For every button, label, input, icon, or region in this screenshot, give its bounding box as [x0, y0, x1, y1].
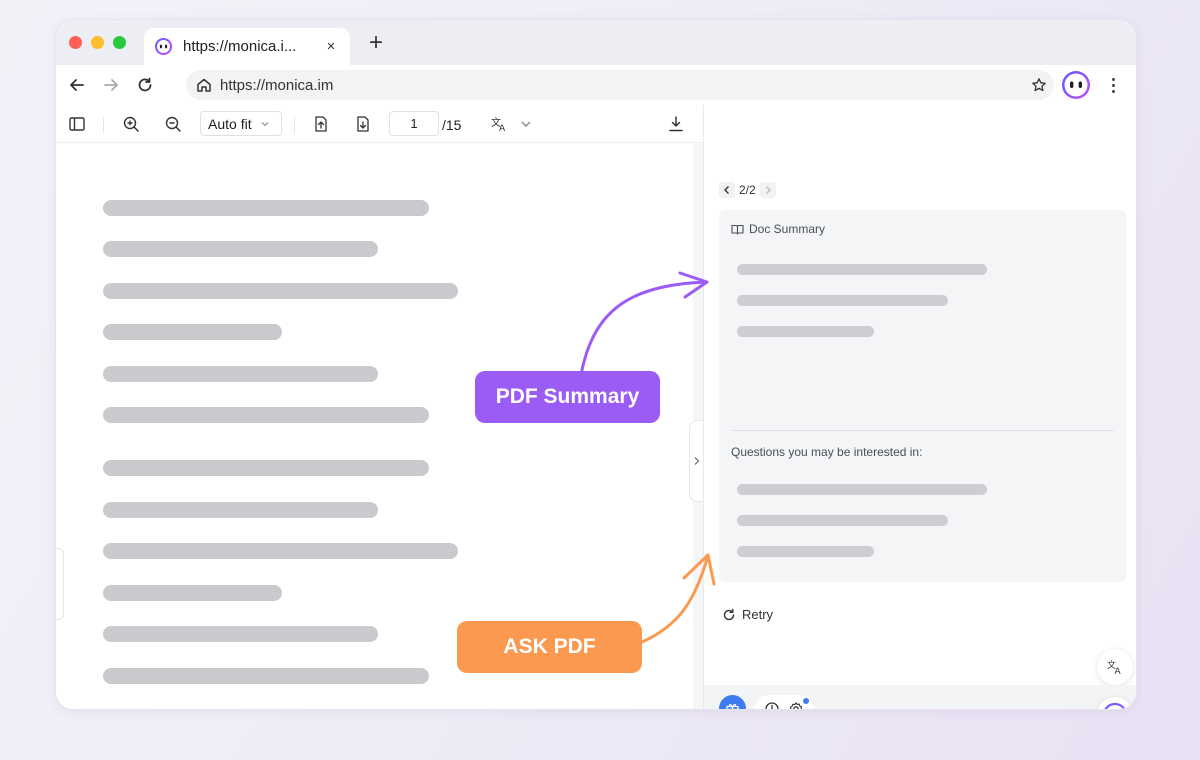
tab-title: https://monica.i...	[183, 38, 297, 55]
browser-menu-icon[interactable]	[1108, 74, 1118, 96]
total-pages: /15	[442, 117, 462, 133]
zoom-select-label: Auto fit	[208, 115, 252, 132]
ask-pdf-annotation: ASK PDF	[457, 621, 642, 673]
browser-tab[interactable]: https://monica.i... ×	[144, 28, 350, 65]
retry-label: Retry	[742, 607, 774, 622]
history-icon[interactable]	[764, 701, 780, 711]
monica-side-panel: 2/2 Doc Summary Questions you may be int…	[703, 105, 1136, 711]
next-page-icon[interactable]	[352, 113, 374, 135]
navigation-bar: https://monica.im	[56, 65, 1136, 105]
text-placeholder-line	[103, 460, 429, 476]
address-bar[interactable]: https://monica.im	[186, 70, 1054, 100]
text-placeholder-line	[103, 283, 458, 299]
zoom-out-icon[interactable]	[162, 113, 184, 135]
browser-window: https://monica.i... × + https://monica.i…	[55, 19, 1137, 710]
doc-summary-title: Doc Summary	[749, 222, 826, 236]
text-placeholder-line	[103, 626, 378, 642]
forward-icon[interactable]	[100, 74, 122, 96]
question-placeholder-line[interactable]	[737, 546, 874, 557]
new-tab-button[interactable]: +	[364, 31, 388, 55]
url-text[interactable]: https://monica.im	[220, 77, 1024, 94]
pdf-toolbar: Auto fit 1 /15 文A	[56, 105, 703, 143]
text-placeholder-line	[103, 324, 282, 340]
text-placeholder-line	[103, 585, 282, 601]
question-placeholder-line[interactable]	[737, 484, 987, 495]
home-icon[interactable]	[196, 77, 212, 93]
left-panel-handle[interactable]	[56, 548, 64, 620]
text-placeholder-line	[103, 502, 378, 518]
settings-gear-icon[interactable]	[788, 701, 804, 711]
svg-text:A: A	[499, 124, 506, 133]
translate-icon: 文A	[1107, 659, 1122, 676]
pdf-summary-annotation: PDF Summary	[475, 371, 660, 423]
pager-count: 2/2	[739, 183, 756, 197]
tab-strip: https://monica.i... × +	[56, 20, 1136, 65]
reload-icon[interactable]	[134, 74, 156, 96]
pager-next-button[interactable]	[759, 182, 776, 198]
chevron-left-icon	[724, 186, 729, 194]
retry-button[interactable]: Retry	[722, 607, 773, 622]
notification-dot	[803, 698, 809, 704]
back-icon[interactable]	[66, 74, 88, 96]
zoom-select[interactable]: Auto fit	[200, 111, 282, 136]
pager-prev-button[interactable]	[719, 182, 735, 198]
questions-label: Questions you may be interested in:	[731, 445, 923, 459]
maximize-window-button[interactable]	[113, 36, 126, 49]
sidebar-toggle-icon[interactable]	[66, 113, 88, 135]
footer-tools	[755, 695, 813, 711]
translate-float-button[interactable]: 文A	[1097, 649, 1133, 685]
page-number-input[interactable]: 1	[389, 111, 439, 136]
summary-placeholder-line	[737, 295, 948, 306]
book-icon	[731, 224, 744, 235]
panel-footer	[704, 685, 1136, 711]
chevron-right-icon	[765, 186, 771, 194]
doc-summary-card: Doc Summary Questions you may be interes…	[719, 210, 1126, 582]
minimize-window-button[interactable]	[91, 36, 104, 49]
translate-options-chevron-icon[interactable]	[515, 113, 537, 135]
text-placeholder-line	[103, 200, 429, 216]
svg-text:A: A	[1115, 667, 1122, 676]
chevron-right-icon	[694, 457, 699, 465]
question-placeholder-line[interactable]	[737, 515, 948, 526]
download-icon[interactable]	[665, 113, 687, 135]
translate-icon[interactable]: 文A	[488, 113, 510, 135]
previous-page-icon[interactable]	[310, 113, 332, 135]
text-placeholder-line	[103, 366, 378, 382]
gift-icon	[726, 703, 739, 709]
summary-placeholder-line	[737, 326, 874, 337]
tab-close-icon[interactable]: ×	[322, 38, 340, 55]
summary-placeholder-line	[737, 264, 987, 275]
text-placeholder-line	[103, 407, 429, 423]
expand-panel-handle[interactable]	[689, 420, 703, 502]
zoom-in-icon[interactable]	[120, 113, 142, 135]
text-placeholder-line	[103, 543, 458, 559]
text-placeholder-line	[103, 241, 378, 257]
monica-logo-icon	[1104, 702, 1126, 709]
summary-pager: 2/2	[719, 181, 776, 199]
monica-favicon-icon	[154, 37, 173, 56]
close-window-button[interactable]	[69, 36, 82, 49]
gift-button[interactable]	[719, 695, 746, 709]
text-placeholder-line	[103, 668, 429, 684]
card-divider	[731, 430, 1114, 431]
retry-icon	[723, 608, 735, 620]
doc-summary-header: Doc Summary	[731, 222, 825, 236]
bookmark-star-icon[interactable]	[1024, 77, 1054, 93]
chevron-down-icon	[261, 121, 269, 126]
monica-extension-icon[interactable]	[1061, 70, 1091, 100]
